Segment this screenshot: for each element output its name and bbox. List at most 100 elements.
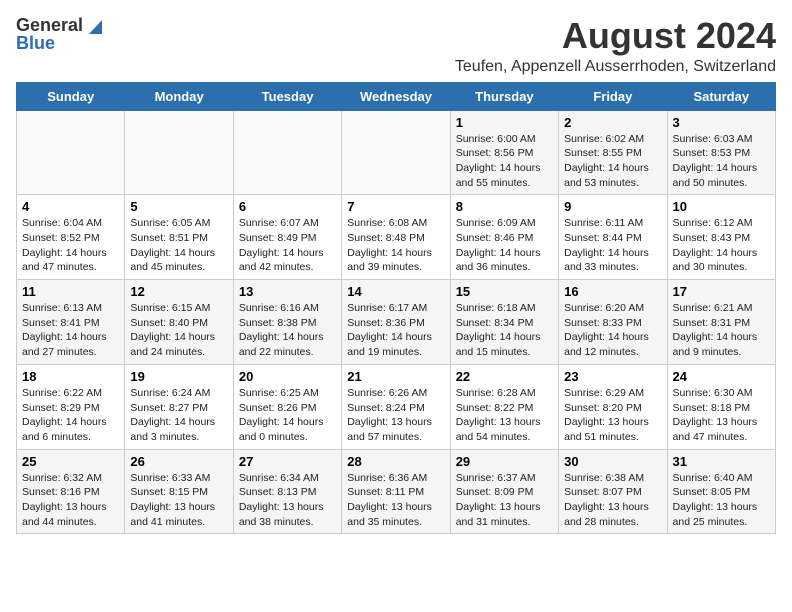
main-title: August 2024 [455, 16, 776, 56]
day-number: 16 [564, 284, 661, 299]
week-row-0: 1 Sunrise: 6:00 AM Sunset: 8:56 PM Daylig… [17, 110, 776, 195]
week-row-2: 11 Sunrise: 6:13 AM Sunset: 8:41 PM Dayli… [17, 280, 776, 365]
header-monday: Monday [125, 82, 233, 110]
day-number: 28 [347, 454, 444, 469]
day-content: Sunrise: 6:25 AM Sunset: 8:26 PM Dayligh… [239, 386, 336, 445]
location-subtitle: Teufen, Appenzell Ausserrhoden, Switzerl… [455, 58, 776, 76]
logo: General Blue [16, 16, 102, 52]
day-content: Sunrise: 6:29 AM Sunset: 8:20 PM Dayligh… [564, 386, 661, 445]
day-number: 29 [456, 454, 553, 469]
day-content: Sunrise: 6:30 AM Sunset: 8:18 PM Dayligh… [673, 386, 770, 445]
day-content: Sunrise: 6:13 AM Sunset: 8:41 PM Dayligh… [22, 301, 119, 360]
calendar-cell-21: 21Sunrise: 6:26 AM Sunset: 8:24 PM Dayli… [342, 364, 450, 449]
calendar-cell-empty [125, 110, 233, 195]
day-number: 19 [130, 369, 227, 384]
day-number: 3 [673, 115, 770, 130]
day-content: Sunrise: 6:02 AM Sunset: 8:55 PM Dayligh… [564, 132, 661, 191]
header-wednesday: Wednesday [342, 82, 450, 110]
calendar-cell-3: 3 Sunrise: 6:03 AM Sunset: 8:53 PM Daylig… [667, 110, 775, 195]
calendar-header: SundayMondayTuesdayWednesdayThursdayFrid… [17, 82, 776, 110]
header-sunday: Sunday [17, 82, 125, 110]
day-number: 1 [456, 115, 553, 130]
calendar-cell-19: 19 Sunrise: 6:24 AM Sunset: 8:27 PM Dayli… [125, 364, 233, 449]
logo-icon [84, 16, 102, 34]
day-number: 22 [456, 369, 553, 384]
week-row-3: 18Sunrise: 6:22 AM Sunset: 8:29 PM Dayli… [17, 364, 776, 449]
day-content: Sunrise: 6:36 AM Sunset: 8:11 PM Dayligh… [347, 471, 444, 530]
day-number: 23 [564, 369, 661, 384]
day-number: 25 [22, 454, 119, 469]
calendar-cell-empty [342, 110, 450, 195]
day-content: Sunrise: 6:08 AM Sunset: 8:48 PM Dayligh… [347, 216, 444, 275]
calendar-table: SundayMondayTuesdayWednesdayThursdayFrid… [16, 82, 776, 535]
day-content: Sunrise: 6:28 AM Sunset: 8:22 PM Dayligh… [456, 386, 553, 445]
header-friday: Friday [559, 82, 667, 110]
day-number: 24 [673, 369, 770, 384]
day-content: Sunrise: 6:21 AM Sunset: 8:31 PM Dayligh… [673, 301, 770, 360]
day-number: 26 [130, 454, 227, 469]
day-content: Sunrise: 6:15 AM Sunset: 8:40 PM Dayligh… [130, 301, 227, 360]
day-content: Sunrise: 6:04 AM Sunset: 8:52 PM Dayligh… [22, 216, 119, 275]
calendar-cell-25: 25 Sunrise: 6:32 AM Sunset: 8:16 PM Dayli… [17, 449, 125, 534]
day-number: 30 [564, 454, 661, 469]
day-number: 20 [239, 369, 336, 384]
calendar-cell-9: 9 Sunrise: 6:11 AM Sunset: 8:44 PM Daylig… [559, 195, 667, 280]
calendar-cell-11: 11 Sunrise: 6:13 AM Sunset: 8:41 PM Dayli… [17, 280, 125, 365]
calendar-cell-12: 12Sunrise: 6:15 AM Sunset: 8:40 PM Dayli… [125, 280, 233, 365]
week-row-4: 25 Sunrise: 6:32 AM Sunset: 8:16 PM Dayli… [17, 449, 776, 534]
day-content: Sunrise: 6:24 AM Sunset: 8:27 PM Dayligh… [130, 386, 227, 445]
header-tuesday: Tuesday [233, 82, 341, 110]
day-content: Sunrise: 6:00 AM Sunset: 8:56 PM Dayligh… [456, 132, 553, 191]
day-content: Sunrise: 6:32 AM Sunset: 8:16 PM Dayligh… [22, 471, 119, 530]
day-number: 13 [239, 284, 336, 299]
calendar-cell-10: 10 Sunrise: 6:12 AM Sunset: 8:43 PM Dayli… [667, 195, 775, 280]
day-number: 31 [673, 454, 770, 469]
day-number: 9 [564, 199, 661, 214]
day-content: Sunrise: 6:11 AM Sunset: 8:44 PM Dayligh… [564, 216, 661, 275]
week-row-1: 4Sunrise: 6:04 AM Sunset: 8:52 PM Daylig… [17, 195, 776, 280]
calendar-cell-6: 6 Sunrise: 6:07 AM Sunset: 8:49 PM Daylig… [233, 195, 341, 280]
day-content: Sunrise: 6:12 AM Sunset: 8:43 PM Dayligh… [673, 216, 770, 275]
calendar-cell-27: 27Sunrise: 6:34 AM Sunset: 8:13 PM Dayli… [233, 449, 341, 534]
day-number: 5 [130, 199, 227, 214]
day-number: 2 [564, 115, 661, 130]
day-number: 10 [673, 199, 770, 214]
calendar-cell-29: 29 Sunrise: 6:37 AM Sunset: 8:09 PM Dayli… [450, 449, 558, 534]
calendar-cell-empty [17, 110, 125, 195]
day-content: Sunrise: 6:16 AM Sunset: 8:38 PM Dayligh… [239, 301, 336, 360]
day-number: 17 [673, 284, 770, 299]
day-content: Sunrise: 6:40 AM Sunset: 8:05 PM Dayligh… [673, 471, 770, 530]
day-number: 8 [456, 199, 553, 214]
calendar-cell-23: 23 Sunrise: 6:29 AM Sunset: 8:20 PM Dayli… [559, 364, 667, 449]
day-content: Sunrise: 6:20 AM Sunset: 8:33 PM Dayligh… [564, 301, 661, 360]
day-content: Sunrise: 6:37 AM Sunset: 8:09 PM Dayligh… [456, 471, 553, 530]
day-number: 15 [456, 284, 553, 299]
day-content: Sunrise: 6:38 AM Sunset: 8:07 PM Dayligh… [564, 471, 661, 530]
day-content: Sunrise: 6:07 AM Sunset: 8:49 PM Dayligh… [239, 216, 336, 275]
calendar-cell-20: 20 Sunrise: 6:25 AM Sunset: 8:26 PM Dayli… [233, 364, 341, 449]
calendar-cell-4: 4Sunrise: 6:04 AM Sunset: 8:52 PM Daylig… [17, 195, 125, 280]
day-content: Sunrise: 6:26 AM Sunset: 8:24 PM Dayligh… [347, 386, 444, 445]
header-saturday: Saturday [667, 82, 775, 110]
day-number: 6 [239, 199, 336, 214]
calendar-cell-28: 28 Sunrise: 6:36 AM Sunset: 8:11 PM Dayli… [342, 449, 450, 534]
calendar-cell-1: 1 Sunrise: 6:00 AM Sunset: 8:56 PM Daylig… [450, 110, 558, 195]
day-number: 11 [22, 284, 119, 299]
calendar-cell-22: 22 Sunrise: 6:28 AM Sunset: 8:22 PM Dayli… [450, 364, 558, 449]
calendar-cell-14: 14Sunrise: 6:17 AM Sunset: 8:36 PM Dayli… [342, 280, 450, 365]
calendar-cell-18: 18Sunrise: 6:22 AM Sunset: 8:29 PM Dayli… [17, 364, 125, 449]
day-number: 18 [22, 369, 119, 384]
day-content: Sunrise: 6:03 AM Sunset: 8:53 PM Dayligh… [673, 132, 770, 191]
calendar-cell-17: 17 Sunrise: 6:21 AM Sunset: 8:31 PM Dayli… [667, 280, 775, 365]
header-row: SundayMondayTuesdayWednesdayThursdayFrid… [17, 82, 776, 110]
calendar-body: 1 Sunrise: 6:00 AM Sunset: 8:56 PM Daylig… [17, 110, 776, 534]
calendar-cell-15: 15Sunrise: 6:18 AM Sunset: 8:34 PM Dayli… [450, 280, 558, 365]
calendar-cell-30: 30 Sunrise: 6:38 AM Sunset: 8:07 PM Dayli… [559, 449, 667, 534]
calendar-cell-7: 7Sunrise: 6:08 AM Sunset: 8:48 PM Daylig… [342, 195, 450, 280]
calendar-cell-empty [233, 110, 341, 195]
calendar-cell-16: 16 Sunrise: 6:20 AM Sunset: 8:33 PM Dayli… [559, 280, 667, 365]
day-number: 27 [239, 454, 336, 469]
day-content: Sunrise: 6:05 AM Sunset: 8:51 PM Dayligh… [130, 216, 227, 275]
header-thursday: Thursday [450, 82, 558, 110]
calendar-cell-24: 24 Sunrise: 6:30 AM Sunset: 8:18 PM Dayli… [667, 364, 775, 449]
